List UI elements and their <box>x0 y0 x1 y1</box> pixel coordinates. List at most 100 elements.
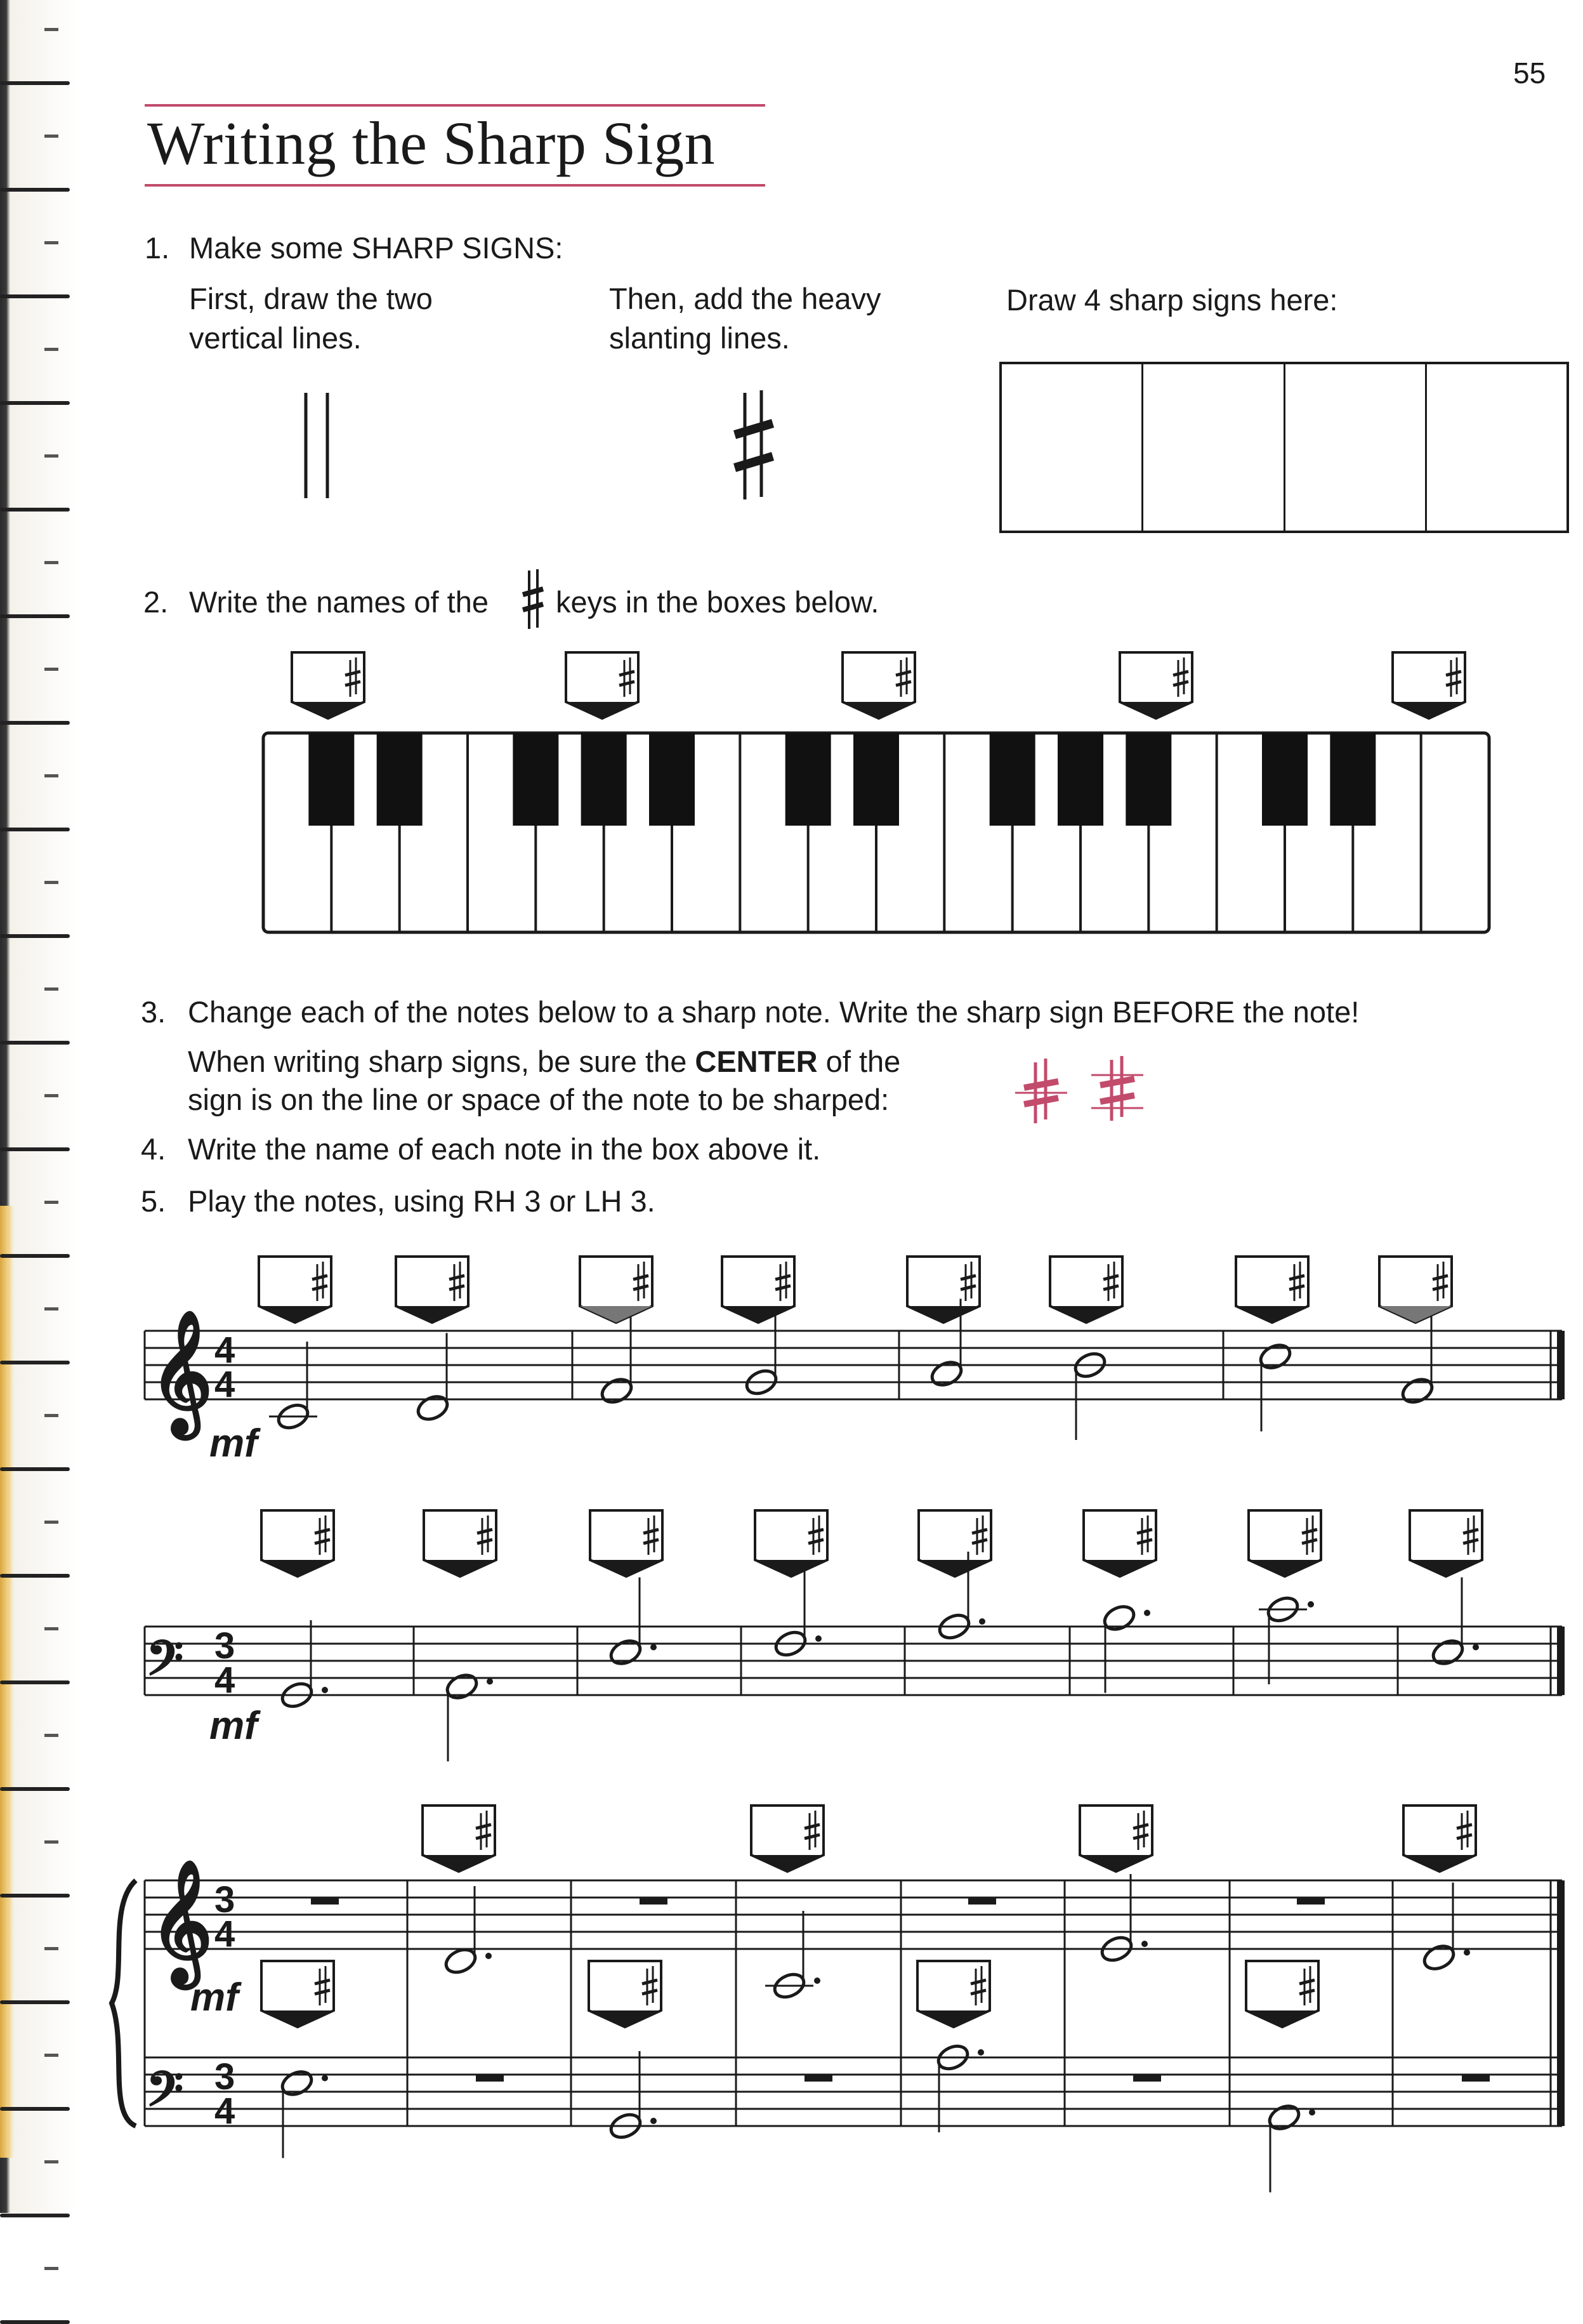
note-dot <box>1141 1941 1148 1947</box>
answer-box-pointer <box>1403 1855 1476 1872</box>
whole-rest <box>640 1898 667 1905</box>
answer-box-pointer <box>261 2010 334 2027</box>
whole-rest <box>1297 1898 1325 1905</box>
music-notation: 𝄞 44mf𝄢 34mf𝄞𝄢3434mf <box>108 1255 1565 2193</box>
final-bar-thick <box>1557 1627 1565 1695</box>
answer-box-pointer <box>755 1560 827 1576</box>
note-dot <box>1464 1949 1470 1956</box>
sharp-answer-box[interactable] <box>260 1960 335 2029</box>
dynamic-marking: mf <box>209 1704 261 1748</box>
grand-staff-bass <box>145 2056 1562 2127</box>
note-dot <box>322 1687 328 1693</box>
note-dot <box>815 1635 822 1642</box>
half-note <box>936 2044 984 2132</box>
whole-rest <box>1462 2075 1490 2082</box>
answer-box-pointer <box>1236 1306 1308 1323</box>
sharp-answer-box[interactable] <box>916 1960 991 2029</box>
sharp-answer-box[interactable] <box>1409 1509 1483 1578</box>
note-head <box>445 1674 478 1700</box>
dynamic-marking: mf <box>209 1422 261 1465</box>
sharp-answer-box[interactable] <box>258 1255 332 1324</box>
answer-box-pointer <box>261 1560 334 1576</box>
sharp-answer-box[interactable] <box>579 1255 654 1324</box>
sharp-answer-box[interactable] <box>423 1509 497 1578</box>
sharp-answer-box[interactable] <box>750 1804 825 1873</box>
sharp-answer-box[interactable] <box>906 1255 981 1324</box>
sharp-answer-box[interactable] <box>754 1509 829 1578</box>
half-note <box>1100 1874 1148 1962</box>
note-head <box>280 2070 313 2096</box>
note-head <box>416 1395 449 1421</box>
sharp-answer-box[interactable] <box>1049 1255 1124 1324</box>
bass-staff-2 <box>145 1625 1562 1696</box>
half-note <box>609 2051 657 2139</box>
sharp-answer-box[interactable] <box>589 1509 664 1578</box>
sharp-answer-box[interactable] <box>1235 1255 1310 1324</box>
answer-box-pointer <box>1246 2010 1318 2027</box>
treble-clef: 𝄞 <box>150 1860 213 1991</box>
sharp-answer-box[interactable] <box>395 1255 470 1324</box>
note-dot <box>1309 2109 1315 2116</box>
sharp-answer-box[interactable] <box>1247 1509 1322 1578</box>
whole-rest <box>968 1898 996 1905</box>
final-bar-thick <box>1557 1880 1565 2126</box>
sharp-answer-box[interactable] <box>917 1509 992 1578</box>
final-bar-thick <box>1557 1331 1565 1399</box>
note-head <box>930 1361 963 1387</box>
note-dot <box>814 1977 820 1984</box>
half-note <box>1259 1596 1314 1684</box>
answer-box-pointer <box>751 1855 824 1872</box>
spiral-hole <box>44 2267 58 2270</box>
sharp-answer-box[interactable] <box>260 1509 335 1578</box>
half-note <box>600 1316 633 1404</box>
answer-box-pointer <box>424 1560 496 1576</box>
time-signature-bottom: 4 <box>214 1364 235 1405</box>
sharp-answer-box[interactable] <box>421 1804 496 1873</box>
note-head <box>1259 1344 1292 1370</box>
grand-staff-treble <box>145 1879 1562 1950</box>
note-head <box>600 1378 633 1404</box>
note-dot <box>1144 1609 1150 1616</box>
sharp-answer-box[interactable] <box>588 1960 662 2029</box>
treble-staff-1 <box>145 1330 1562 1401</box>
answer-box-pointer <box>423 1855 495 1872</box>
sharp-answer-box[interactable] <box>1245 1960 1320 2029</box>
dynamic-marking: mf <box>190 1976 242 2019</box>
answer-box-pointer <box>590 1560 662 1576</box>
note-dot <box>978 2049 984 2056</box>
whole-rest <box>476 2075 504 2082</box>
half-note <box>280 1620 328 1708</box>
note-dot <box>487 1678 493 1685</box>
answer-box-pointer <box>1410 1560 1482 1576</box>
time-signature-bottom: 4 <box>214 2090 235 2132</box>
note-head <box>1268 2104 1301 2130</box>
time-signature-bottom: 4 <box>214 1660 235 1701</box>
answer-box-pointer <box>917 2010 990 2027</box>
half-note <box>280 2070 328 2158</box>
sharp-answer-box[interactable] <box>721 1255 796 1324</box>
note-dot <box>1308 1601 1314 1608</box>
half-note <box>774 1569 822 1657</box>
half-note <box>1074 1352 1107 1440</box>
note-dot <box>650 2118 657 2124</box>
answer-box-pointer <box>259 1306 331 1323</box>
time-signature-bottom: 4 <box>214 1913 235 1955</box>
half-note <box>1431 1577 1479 1665</box>
answer-box-pointer <box>1080 1855 1152 1872</box>
whole-rest <box>805 2075 832 2082</box>
answer-box-pointer <box>396 1306 468 1323</box>
answer-box-pointer <box>1084 1560 1156 1576</box>
whole-rest <box>1133 2075 1161 2082</box>
answer-box-pointer <box>919 1560 991 1576</box>
note-dot <box>322 2075 328 2082</box>
half-note <box>416 1333 449 1421</box>
sharp-answer-box[interactable] <box>1079 1804 1153 1873</box>
sharp-answer-box[interactable] <box>1082 1509 1157 1578</box>
bass-clef: 𝄢 <box>146 2063 183 2128</box>
sharp-answer-box[interactable] <box>1402 1804 1477 1873</box>
half-note <box>609 1577 657 1665</box>
answer-box-pointer <box>722 1306 794 1323</box>
half-note <box>445 1674 493 1762</box>
sharp-answer-box[interactable] <box>1378 1255 1453 1324</box>
note-head <box>1422 1944 1455 1971</box>
